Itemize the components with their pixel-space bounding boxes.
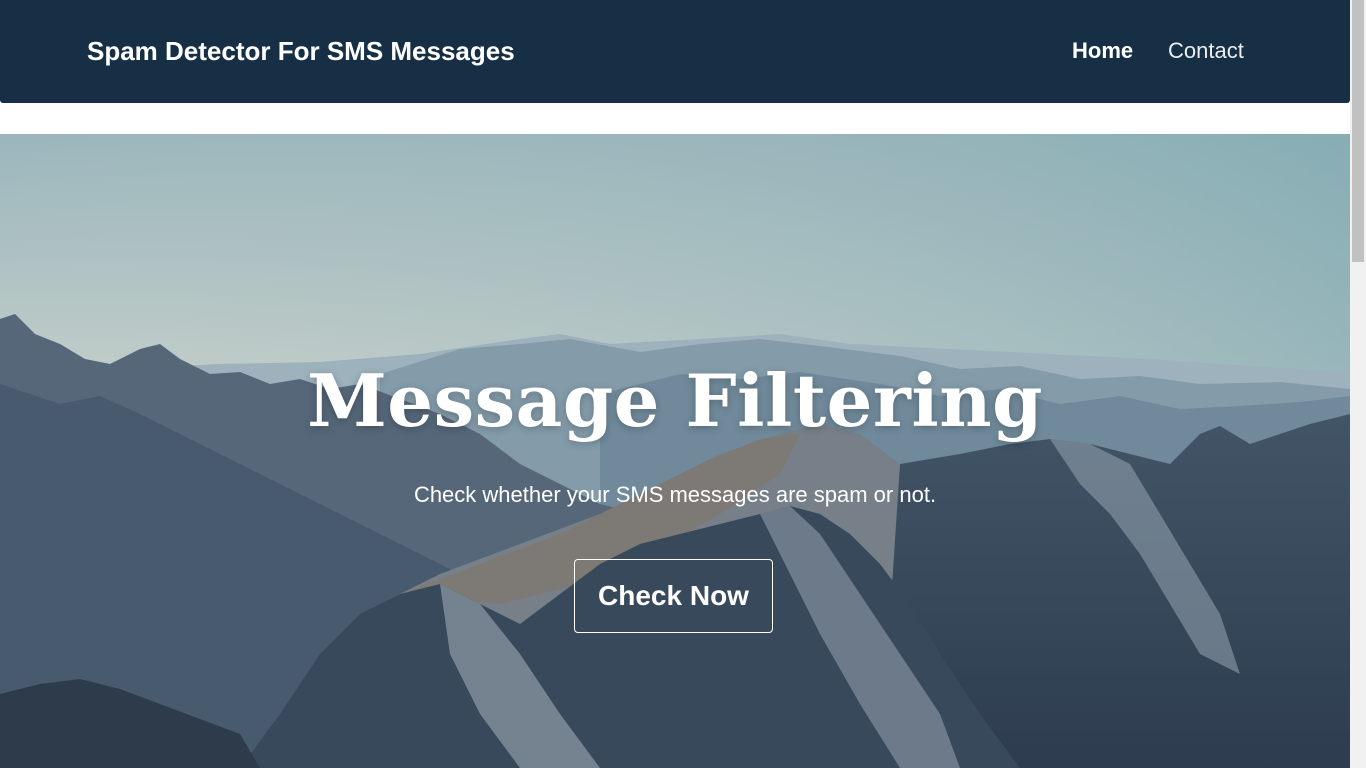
site-brand[interactable]: Spam Detector For SMS Messages [87,33,515,69]
hero-section: Message Filtering Check whether your SMS… [0,134,1350,768]
hero-title: Message Filtering [307,358,1043,443]
hero-background-image [0,134,1350,768]
scrollbar-thumb[interactable] [1352,0,1364,262]
hero-subtitle: Check whether your SMS messages are spam… [413,482,937,507]
nav-link-contact[interactable]: Contact [1168,35,1244,67]
navbar: Spam Detector For SMS Messages Home Cont… [0,0,1350,103]
check-now-button[interactable]: Check Now [574,559,773,633]
nav-link-home[interactable]: Home [1072,35,1133,67]
page-scrollbar[interactable] [1350,0,1366,768]
